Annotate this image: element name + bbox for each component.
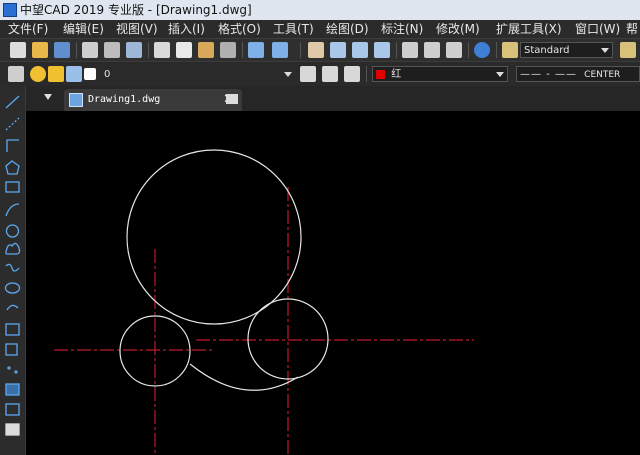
toolbar-separator xyxy=(242,42,243,58)
copy-icon[interactable] xyxy=(176,42,192,58)
toolbar-separator xyxy=(396,42,397,58)
menu-edit[interactable]: 编辑(E) xyxy=(63,20,104,38)
tab-drawing1[interactable]: Drawing1.dwg ✕ xyxy=(64,89,242,111)
lightbulb-icon[interactable] xyxy=(30,66,46,82)
zoom-realtime-icon[interactable] xyxy=(330,42,346,58)
zoom-window-icon[interactable] xyxy=(352,42,368,58)
menu-window[interactable]: 窗口(W) xyxy=(575,20,620,38)
publish-icon[interactable] xyxy=(126,42,142,58)
region-icon[interactable] xyxy=(5,403,20,416)
layer-previous-icon[interactable] xyxy=(322,66,338,82)
menu-bar: 文件(F) 编辑(E) 视图(V) 插入(I) 格式(O) 工具(T) 绘图(D… xyxy=(0,20,640,38)
menu-dimension[interactable]: 标注(N) xyxy=(381,20,423,38)
draw-toolbar xyxy=(0,86,26,455)
line-tool-icon[interactable] xyxy=(5,95,20,109)
draw-tools-svg xyxy=(4,95,21,436)
paste-icon[interactable] xyxy=(198,42,214,58)
zoom-previous-icon[interactable] xyxy=(374,42,390,58)
arc-icon[interactable] xyxy=(5,203,20,217)
bottom-arc[interactable] xyxy=(189,363,299,391)
pan-hand-icon[interactable] xyxy=(308,42,324,58)
linetype-preview: —— - —— xyxy=(520,69,577,80)
menu-help[interactable]: 帮 xyxy=(626,20,638,38)
polyline-icon[interactable] xyxy=(6,139,19,152)
standard-toolbar: Standard xyxy=(0,38,640,61)
menu-tools[interactable]: 工具(T) xyxy=(273,20,314,38)
toolbar-separator xyxy=(76,42,77,58)
tool-palette-icon[interactable] xyxy=(446,42,462,58)
match-properties-icon[interactable] xyxy=(220,42,236,58)
menu-extension-tools[interactable]: 扩展工具(X) xyxy=(496,20,562,38)
hatch-icon[interactable] xyxy=(5,383,20,396)
redo-icon[interactable] xyxy=(272,42,288,58)
insert-block-icon[interactable] xyxy=(5,323,20,336)
drawing-canvas[interactable] xyxy=(26,111,640,455)
dwg-file-icon xyxy=(69,93,83,107)
toolbar-separator xyxy=(300,42,301,58)
print-icon[interactable] xyxy=(82,42,98,58)
color-select[interactable]: 红 xyxy=(372,66,508,82)
window-title: 中望CAD 2019 专业版 - [Drawing1.dwg] xyxy=(20,3,252,17)
layer-manager-icon[interactable] xyxy=(8,66,24,82)
linetype-select[interactable]: —— - —— CENTER xyxy=(516,66,640,82)
point-icon[interactable] xyxy=(7,366,18,374)
color-value: 红 xyxy=(391,69,402,80)
toolbar-separator xyxy=(468,42,469,58)
revision-cloud-icon[interactable] xyxy=(5,242,21,255)
sun-icon[interactable] xyxy=(48,66,64,82)
new-tab-icon[interactable] xyxy=(226,94,238,104)
tab-dropdown-icon[interactable] xyxy=(44,94,52,100)
menu-format[interactable]: 格式(O) xyxy=(218,20,261,38)
toolbar-separator xyxy=(148,42,149,58)
spline-icon[interactable] xyxy=(5,263,20,272)
open-folder-icon[interactable] xyxy=(32,42,48,58)
text-style-icon xyxy=(502,42,518,58)
undo-icon[interactable] xyxy=(248,42,264,58)
circle-tool-icon[interactable] xyxy=(5,224,20,238)
red-color-swatch xyxy=(376,69,385,79)
app-logo-icon xyxy=(3,3,17,17)
document-tab-bar: Drawing1.dwg ✕ xyxy=(26,86,640,111)
make-current-layer-icon[interactable] xyxy=(300,66,316,82)
toolbar-separator xyxy=(366,66,367,82)
lock-icon[interactable] xyxy=(66,66,82,82)
layer-select[interactable]: 0 xyxy=(100,66,296,82)
properties-icon[interactable] xyxy=(402,42,418,58)
make-block-icon[interactable] xyxy=(5,343,18,356)
new-file-icon[interactable] xyxy=(10,42,26,58)
help-icon[interactable] xyxy=(474,42,490,58)
menu-insert[interactable]: 插入(I) xyxy=(168,20,205,38)
chevron-down-icon xyxy=(284,72,292,77)
linetype-value: CENTER xyxy=(584,70,621,80)
tab-label: Drawing1.dwg xyxy=(88,94,161,105)
design-center-icon[interactable] xyxy=(424,42,440,58)
construction-line-icon[interactable] xyxy=(5,117,20,131)
ellipse-arc-icon[interactable] xyxy=(6,304,19,311)
table-icon[interactable] xyxy=(5,423,20,436)
print-preview-icon[interactable] xyxy=(104,42,120,58)
menu-draw[interactable]: 绘图(D) xyxy=(326,20,369,38)
dimension-style-icon[interactable] xyxy=(620,42,636,58)
layer-toolbar: 0 红 —— - —— CENTER xyxy=(0,61,640,86)
layer-value: 0 xyxy=(104,69,111,80)
save-icon[interactable] xyxy=(54,42,70,58)
cut-icon[interactable] xyxy=(154,42,170,58)
menu-view[interactable]: 视图(V) xyxy=(116,20,158,38)
chevron-down-icon xyxy=(601,48,609,53)
title-bar: 中望CAD 2019 专业版 - [Drawing1.dwg] xyxy=(0,0,640,20)
layer-states-icon[interactable] xyxy=(344,66,360,82)
ellipse-icon[interactable] xyxy=(4,282,21,294)
menu-modify[interactable]: 修改(M) xyxy=(436,20,480,38)
polygon-icon[interactable] xyxy=(5,160,20,175)
drawing-svg xyxy=(54,149,474,455)
toolbar-separator xyxy=(496,42,497,58)
chevron-down-icon xyxy=(496,72,504,77)
rectangle-icon[interactable] xyxy=(5,181,20,193)
large-circle[interactable] xyxy=(126,149,302,325)
menu-file[interactable]: 文件(F) xyxy=(8,20,48,38)
text-style-value: Standard xyxy=(524,45,570,56)
layer-color-swatch xyxy=(84,68,96,80)
text-style-select[interactable]: Standard xyxy=(520,42,613,58)
